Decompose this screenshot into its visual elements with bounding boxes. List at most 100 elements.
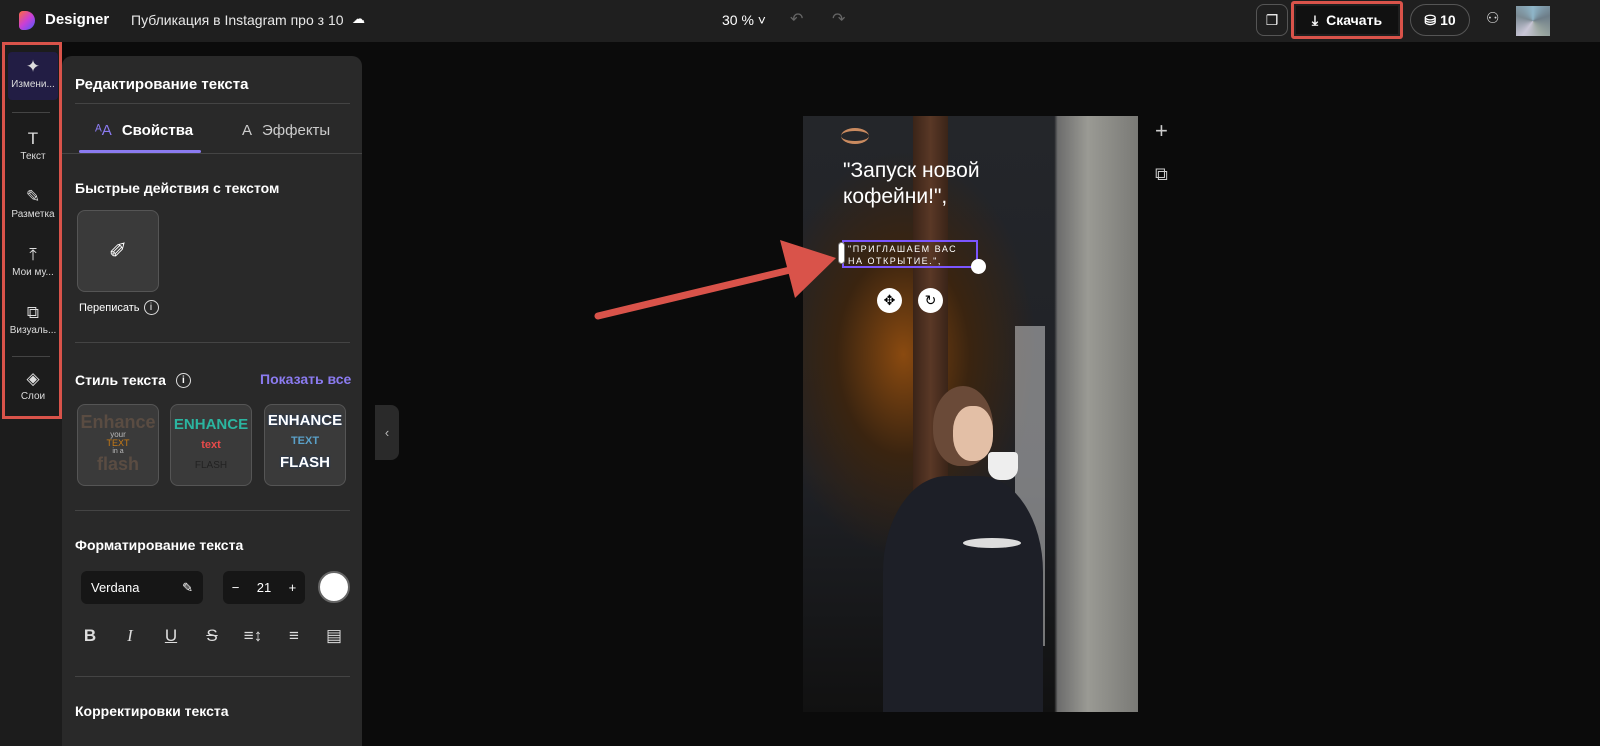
rail-label: Текст bbox=[20, 151, 46, 162]
italic-icon[interactable]: I bbox=[118, 626, 142, 646]
download-icon: ⤓ bbox=[1311, 11, 1319, 28]
pen-icon: ✎ bbox=[25, 187, 41, 206]
align-center-icon[interactable]: ≡ bbox=[282, 626, 306, 646]
text-style-title: Стиль текста bbox=[75, 372, 166, 388]
rail-item-uploads[interactable]: ⤒ Мои му... bbox=[8, 240, 58, 288]
left-rail: ✦ Измени... T Текст ✎ Разметка ⤒ Мои му... ⧉… bbox=[0, 42, 62, 746]
show-all-link[interactable]: Показать все bbox=[260, 371, 351, 387]
selected-subtext[interactable]: "ПРИГЛАШАЕМ ВАС НА ОТКРЫТИЕ.", bbox=[842, 240, 978, 268]
font-family-picker[interactable]: Verdana ✎ bbox=[81, 571, 203, 604]
duplicate-page-icon[interactable]: ⧉ bbox=[1155, 164, 1168, 185]
formatting-title: Форматирование текста bbox=[75, 537, 244, 553]
rail-item-layers[interactable]: ◈ Слои bbox=[8, 364, 58, 412]
text-style-card[interactable]: ENHANCE TEXT FLASH bbox=[264, 404, 346, 486]
background-photo-face bbox=[953, 406, 993, 461]
visuals-icon: ⧉ bbox=[26, 303, 40, 322]
tab-label: Эффекты bbox=[262, 122, 331, 139]
coffee-beans-icon[interactable] bbox=[841, 128, 869, 144]
style-line: TEXT bbox=[106, 438, 130, 448]
info-icon[interactable]: i bbox=[143, 300, 159, 315]
edit-pencil-icon: ✎ bbox=[182, 579, 193, 595]
top-bar: Designer Публикация в Instagram про з 10… bbox=[0, 0, 1600, 42]
rail-label: Слои bbox=[20, 391, 46, 402]
download-button[interactable]: ⤓ Скачать bbox=[1296, 6, 1398, 34]
resize-handle-left[interactable] bbox=[838, 242, 845, 264]
rail-item-text[interactable]: T Текст bbox=[8, 124, 58, 172]
decrease-size-button[interactable]: − bbox=[232, 580, 240, 595]
text-color-swatch[interactable] bbox=[318, 571, 350, 603]
download-highlight: ⤓ Скачать bbox=[1291, 1, 1403, 39]
cloud-saved-icon: ☁ bbox=[352, 11, 365, 26]
app-name: Designer bbox=[45, 11, 110, 28]
rail-label: Измени... bbox=[11, 79, 55, 90]
zoom-dropdown[interactable]: 30 % ˅ bbox=[722, 12, 766, 28]
undo-icon[interactable]: ↶ bbox=[790, 9, 803, 29]
font-size-value[interactable]: 21 bbox=[257, 580, 271, 595]
rewrite-label-row: Переписать i bbox=[79, 300, 159, 315]
move-icon[interactable]: ✥ bbox=[877, 288, 902, 313]
rail-item-markup[interactable]: ✎ Разметка bbox=[8, 182, 58, 230]
font-name: Verdana bbox=[91, 580, 140, 595]
style-line: Enhance bbox=[80, 412, 156, 432]
sparkle-icon: ✦ bbox=[25, 57, 41, 76]
text-style-card[interactable]: ENHANCE text FLASH bbox=[170, 404, 252, 486]
credits-button[interactable]: ⛁ 10 bbox=[1410, 4, 1470, 36]
divider bbox=[75, 342, 350, 343]
layers-icon: ◈ bbox=[26, 369, 40, 388]
rail-label: Разметка bbox=[11, 209, 55, 220]
font-size-icon: ᴬA bbox=[95, 122, 112, 139]
line-spacing-icon[interactable]: ≡↕ bbox=[241, 626, 265, 646]
background-photo-saucer bbox=[963, 538, 1021, 548]
style-line: FLASH bbox=[280, 454, 330, 471]
bold-icon[interactable]: B bbox=[78, 626, 102, 646]
upload-icon: ⤒ bbox=[29, 245, 37, 264]
design-canvas[interactable]: "Запуск новой кофейни!", "ПРИГЛАШАЕМ ВАС… bbox=[803, 116, 1138, 712]
strikethrough-icon[interactable]: S bbox=[200, 626, 224, 646]
background-photo-cup bbox=[988, 452, 1018, 480]
resize-handle-corner[interactable] bbox=[971, 259, 986, 274]
underline-icon[interactable]: U bbox=[159, 626, 183, 646]
rotate-icon[interactable]: ↻ bbox=[918, 288, 943, 313]
rewrite-button[interactable]: ✐ bbox=[77, 210, 159, 292]
redo-icon[interactable]: ↷ bbox=[832, 9, 845, 29]
add-page-icon[interactable]: + bbox=[1155, 118, 1168, 144]
pages-button[interactable]: ❐ bbox=[1256, 4, 1288, 36]
increase-size-button[interactable]: + bbox=[289, 580, 297, 595]
magic-pen-icon: ✐ bbox=[108, 238, 128, 263]
rail-label: Визуаль... bbox=[9, 325, 57, 336]
effects-icon: A bbox=[242, 122, 253, 139]
quick-actions-title: Быстрые действия с текстом bbox=[75, 180, 280, 196]
rail-item-edit[interactable]: ✦ Измени... bbox=[8, 52, 58, 100]
divider bbox=[75, 510, 350, 511]
tab-properties[interactable]: ᴬA Свойства bbox=[95, 122, 193, 139]
coins-icon: ⛁ bbox=[1424, 11, 1437, 28]
designer-logo-icon[interactable] bbox=[19, 11, 35, 30]
text-edit-panel: Редактирование текста ᴬA Свойства A Эффект… bbox=[62, 56, 362, 746]
info-icon[interactable]: i bbox=[175, 372, 191, 388]
collapse-panel-button[interactable]: ‹ bbox=[375, 405, 399, 460]
chevron-left-icon: ‹ bbox=[384, 425, 390, 440]
style-line: text bbox=[201, 439, 221, 451]
share-icon[interactable]: ⚇ bbox=[1486, 9, 1499, 27]
style-line: FLASH bbox=[194, 460, 228, 471]
adjustments-title: Корректировки текста bbox=[75, 703, 229, 719]
text-style-card[interactable]: Enhance your TEXT in a flash bbox=[77, 404, 159, 486]
font-size-stepper[interactable]: − 21 + bbox=[223, 571, 305, 604]
divider bbox=[62, 153, 362, 154]
credits-count: 10 bbox=[1440, 12, 1456, 28]
style-line: TEXT bbox=[290, 435, 320, 447]
document-title[interactable]: Публикация в Instagram про з 10 bbox=[131, 12, 344, 28]
headline-text[interactable]: "Запуск новой кофейни!", bbox=[843, 158, 1023, 210]
rail-item-visuals[interactable]: ⧉ Визуаль... bbox=[8, 298, 58, 346]
background-photo-person bbox=[883, 476, 1043, 712]
divider bbox=[12, 356, 50, 357]
divider bbox=[12, 112, 50, 113]
style-line: flash bbox=[96, 454, 139, 474]
text-icon: T bbox=[27, 129, 39, 148]
avatar[interactable] bbox=[1516, 6, 1550, 36]
text-box-icon[interactable]: ▤ bbox=[322, 626, 346, 646]
tab-effects[interactable]: A Эффекты bbox=[242, 122, 330, 139]
divider bbox=[75, 676, 350, 677]
rail-label: Мои му... bbox=[12, 267, 54, 278]
pages-icon: ❐ bbox=[1265, 12, 1279, 28]
